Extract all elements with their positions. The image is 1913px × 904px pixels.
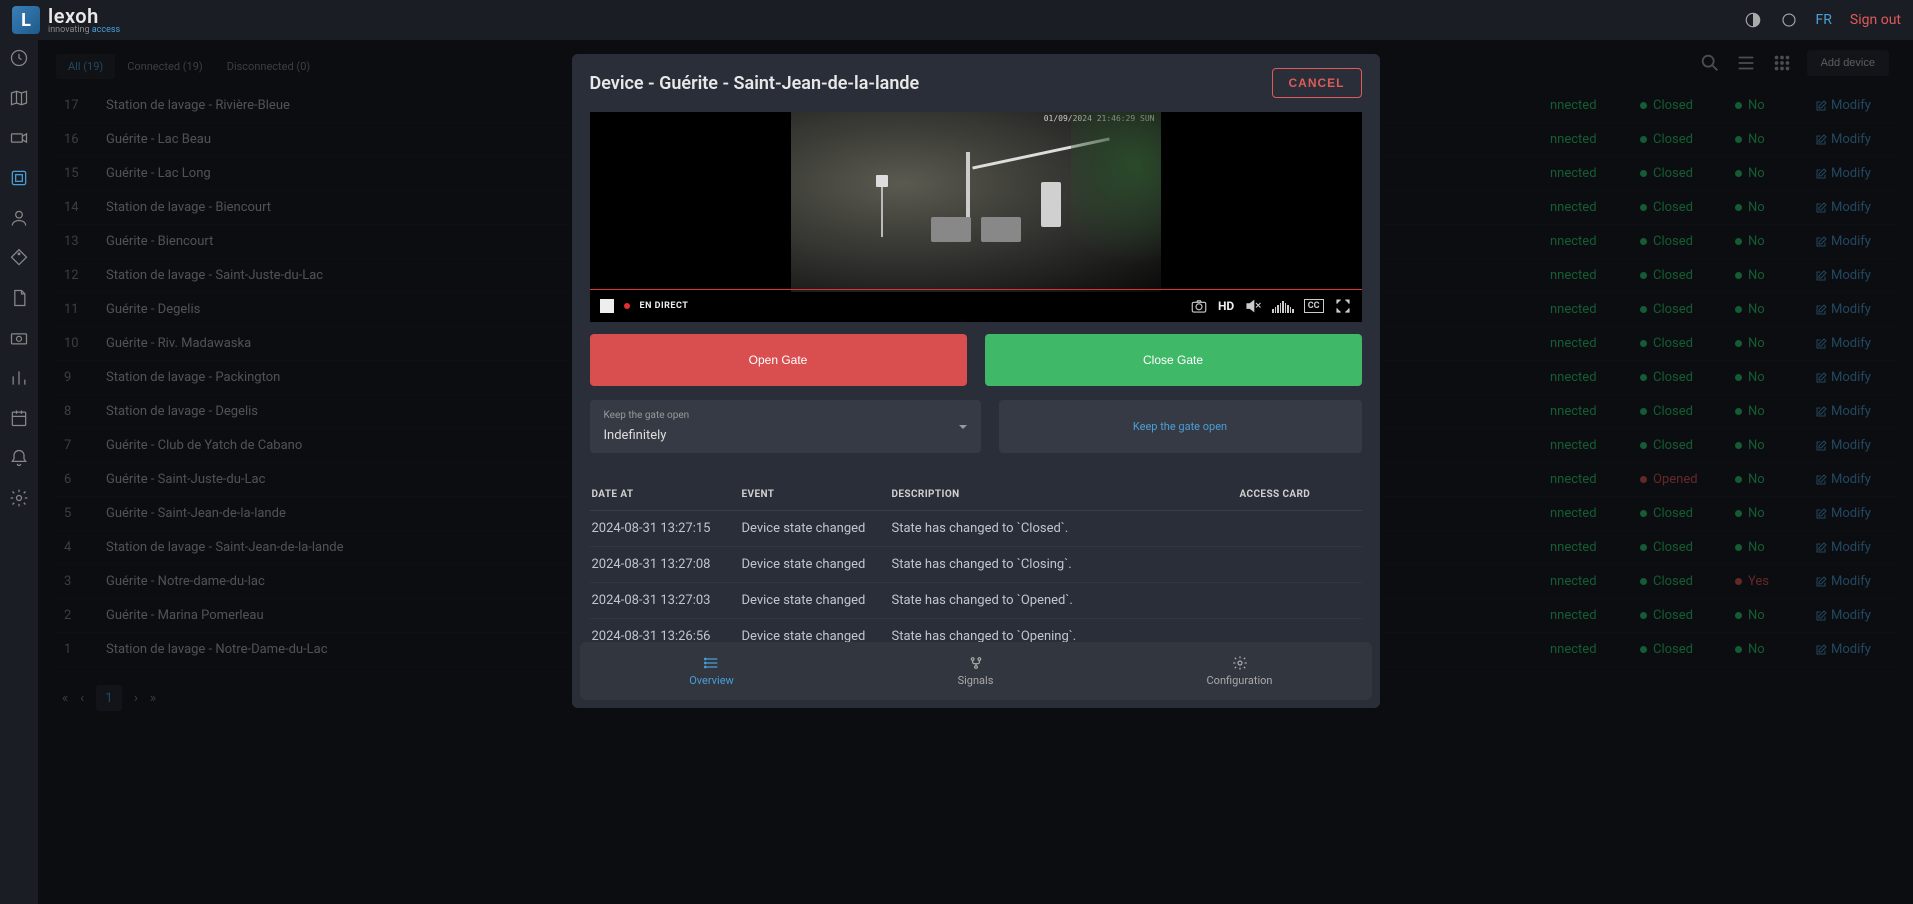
event-date: 2024-08-31 13:27:08 — [592, 557, 742, 572]
event-row: 2024-08-31 13:27:08Device state changedS… — [590, 547, 1362, 583]
keep-open-select[interactable]: Keep the gate open Indefinitely — [590, 400, 981, 453]
modal-tabs: Overview Signals Configuration — [580, 642, 1372, 700]
event-head-card: ACCESS CARD — [1240, 489, 1360, 500]
close-gate-button[interactable]: Close Gate — [985, 334, 1362, 386]
event-type: Device state changed — [742, 593, 892, 608]
live-label: EN DIRECT — [640, 301, 689, 311]
gate-post-graphic — [966, 152, 970, 222]
event-head-desc: DESCRIPTION — [892, 489, 1240, 500]
event-description: State has changed to `Closing`. — [892, 557, 1240, 572]
nav-document-icon[interactable] — [9, 288, 29, 308]
nav-history-icon[interactable] — [9, 48, 29, 68]
event-date: 2024-08-31 13:27:15 — [592, 521, 742, 536]
event-description: State has changed to `Closed`. — [892, 521, 1240, 536]
event-head-date: DATE AT — [592, 489, 742, 500]
nav-tag-icon[interactable] — [9, 248, 29, 268]
open-gate-button[interactable]: Open Gate — [590, 334, 967, 386]
video-controls: EN DIRECT HD CC — [590, 290, 1362, 322]
tab-overview[interactable]: Overview — [580, 642, 844, 700]
kiosk-graphic — [1041, 182, 1061, 227]
nav-calendar-icon[interactable] — [9, 408, 29, 428]
keep-open-value: Indefinitely — [604, 428, 667, 443]
logo-tagline: innovating access — [48, 26, 120, 35]
event-card — [1240, 521, 1360, 536]
brand-logo[interactable]: L lexoh innovating access — [12, 6, 120, 35]
event-date: 2024-08-31 13:27:03 — [592, 593, 742, 608]
logo-mark: L — [12, 6, 40, 34]
keep-open-action-button[interactable]: Keep the gate open — [999, 400, 1362, 453]
event-type: Device state changed — [742, 521, 892, 536]
tab-configuration[interactable]: Configuration — [1108, 642, 1372, 700]
event-row: 2024-08-31 13:27:15Device state changedS… — [590, 511, 1362, 547]
nav-map-icon[interactable] — [9, 88, 29, 108]
tab-overview-label: Overview — [689, 674, 734, 687]
modal-title: Device - Guérite - Saint-Jean-de-la-land… — [590, 73, 920, 94]
mute-icon[interactable] — [1244, 297, 1262, 315]
nav-payment-icon[interactable] — [9, 328, 29, 348]
language-toggle[interactable]: FR — [1816, 12, 1832, 28]
sign-post-graphic — [881, 187, 883, 237]
event-date: 2024-08-31 13:26:56 — [592, 629, 742, 642]
video-player[interactable]: 01/09/2024 21:46:29 SUN EN DIRECT HD — [590, 112, 1362, 322]
gate-arm-graphic — [972, 137, 1110, 169]
video-timestamp: 01/09/2024 21:46:29 SUN — [1044, 114, 1155, 123]
barrier-block-2 — [981, 217, 1021, 242]
event-log-table: DATE AT EVENT DESCRIPTION ACCESS CARD 20… — [590, 471, 1362, 642]
event-row: 2024-08-31 13:26:56Device state changedS… — [590, 619, 1362, 642]
nav-stats-icon[interactable] — [9, 368, 29, 388]
volume-bars-icon[interactable] — [1272, 299, 1294, 313]
event-head-event: EVENT — [742, 489, 892, 500]
side-nav — [0, 40, 38, 904]
hd-toggle[interactable]: HD — [1218, 299, 1234, 313]
fullscreen-icon[interactable] — [1334, 297, 1352, 315]
logo-brand-text: lexoh — [48, 6, 120, 26]
signout-link[interactable]: Sign out — [1850, 12, 1901, 28]
nav-users-icon[interactable] — [9, 208, 29, 228]
video-feed: 01/09/2024 21:46:29 SUN — [791, 112, 1161, 292]
cc-toggle[interactable]: CC — [1304, 299, 1324, 313]
app-header: L lexoh innovating access FR Sign out — [0, 0, 1913, 40]
nav-devices-icon[interactable] — [9, 168, 29, 188]
event-card — [1240, 593, 1360, 608]
event-type: Device state changed — [742, 557, 892, 572]
live-dot-icon — [624, 303, 630, 309]
barrier-block-1 — [931, 217, 971, 242]
event-description: State has changed to `Opening`. — [892, 629, 1240, 642]
event-card — [1240, 629, 1360, 642]
tab-signals[interactable]: Signals — [844, 642, 1108, 700]
event-card — [1240, 557, 1360, 572]
tab-config-label: Configuration — [1207, 674, 1273, 687]
event-type: Device state changed — [742, 629, 892, 642]
nav-settings-icon[interactable] — [9, 488, 29, 508]
cancel-button[interactable]: CANCEL — [1272, 68, 1362, 98]
nav-camera-icon[interactable] — [9, 128, 29, 148]
theme-circle-icon[interactable] — [1780, 11, 1798, 29]
stop-button-icon[interactable] — [600, 299, 614, 313]
snapshot-icon[interactable] — [1190, 297, 1208, 315]
tab-signals-label: Signals — [958, 674, 994, 687]
device-modal: Device - Guérite - Saint-Jean-de-la-land… — [572, 54, 1380, 708]
modal-overlay[interactable]: Device - Guérite - Saint-Jean-de-la-land… — [38, 40, 1913, 904]
keep-open-label: Keep the gate open — [604, 410, 967, 421]
event-description: State has changed to `Opened`. — [892, 593, 1240, 608]
nav-alerts-icon[interactable] — [9, 448, 29, 468]
chevron-down-icon — [959, 425, 967, 429]
event-row: 2024-08-31 13:27:03Device state changedS… — [590, 583, 1362, 619]
contrast-icon[interactable] — [1744, 11, 1762, 29]
